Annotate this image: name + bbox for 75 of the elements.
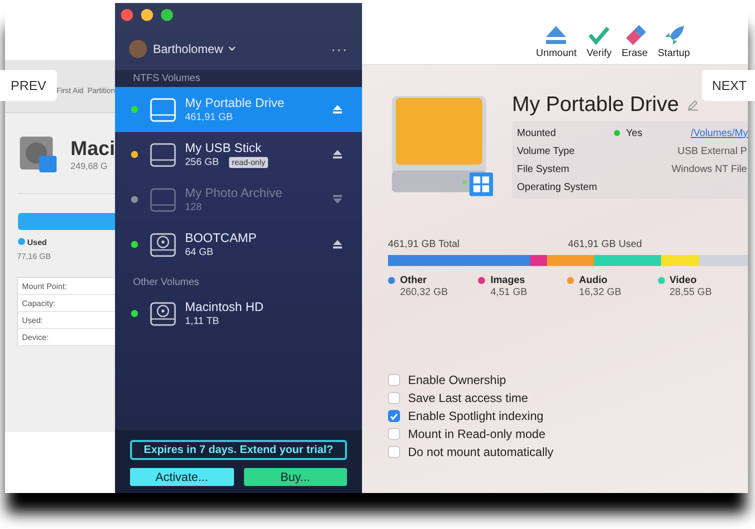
volume-size: 1,11 TB [185,316,220,327]
checkbox[interactable] [388,410,400,422]
checkbox[interactable] [388,446,400,458]
info-label: Mounted [517,128,557,138]
external-drive-icon [149,96,177,122]
checkbox[interactable] [388,374,400,386]
close-button[interactable] [121,9,133,21]
buy-button[interactable]: Buy... [244,468,347,486]
checkbox[interactable] [388,428,400,440]
hard-disk-icon [18,134,59,174]
legend-value: 28,55 GB [670,287,712,298]
volume-name: My Portable Drive [185,96,284,110]
read-only-badge: read-only [228,157,268,168]
legend-label: Video [670,275,698,286]
disk-title: Maci [70,138,115,160]
option-label[interactable]: Do not mount automatically [408,445,554,459]
pencil-icon[interactable] [686,99,699,111]
legend-label: Used [27,238,47,247]
eject-icon[interactable] [333,150,342,159]
legend-value: 77,16 GB [16,252,52,261]
section-header: Other Volumes [132,276,200,290]
info-label: File System [517,164,570,174]
eject-icon[interactable] [333,240,342,249]
info-label: Operating System [517,182,598,192]
volume-size: 461,91 GB [185,112,233,123]
mount-path-link[interactable]: /Volumes/My [690,128,748,138]
rocket-icon [662,25,685,45]
eject-icon [545,25,568,45]
trial-banner[interactable]: Expires in 7 days. Extend your trial? [130,440,347,460]
option-label[interactable]: Enable Spotlight indexing [408,409,544,423]
toolbar-button[interactable]: Unmount [536,25,577,64]
info-value: USB External P [678,146,748,156]
section-header: NTFS Volumes [115,70,362,87]
checkbox[interactable] [388,392,400,404]
option-label[interactable]: Mount in Read-only mode [408,427,546,441]
drive-title: My Portable Drive [512,93,679,117]
used-label: 461,91 GB Used [568,239,643,250]
total-label: 461,91 GB Total [388,239,461,250]
eraser-icon [624,25,646,45]
option-label[interactable]: Enable Ownership [408,373,506,387]
volume-size: 256 GB [185,157,219,168]
legend-value: 16,32 GB [579,287,622,298]
external-drive-icon [149,142,177,168]
avatar-icon[interactable] [129,40,147,58]
chevron-down-icon[interactable] [228,46,236,52]
volume-size: 128 [185,202,202,213]
volume-item[interactable]: BOOTCAMP 64 GB [115,222,362,267]
option-label[interactable]: Save Last access time [408,391,528,405]
legend-label: Other [400,275,428,286]
zoom-button[interactable] [161,9,173,21]
info-value: Yes [626,128,642,138]
toolbar-button[interactable]: Erase [622,25,648,64]
checkmark-icon [390,412,398,420]
volume-name: Macintosh HD [185,300,264,314]
volume-name: BOOTCAMP [185,231,257,245]
volume-name: My USB Stick [185,141,262,155]
legend-value: 260,32 GB [400,287,448,298]
volume-name: My Photo Archive [185,186,282,200]
legend-label: Images [490,275,526,286]
more-button[interactable]: ··· [331,41,348,57]
volume-item[interactable]: Macintosh HD 1,11 TB [115,291,362,336]
legend-label: Audio [579,275,608,286]
minimize-button[interactable] [141,9,153,21]
info-value: Windows NT File [672,164,748,174]
info-label: Volume Type [517,146,576,156]
legend-value: 4,51 GB [490,287,528,298]
user-name[interactable]: Bartholomew [153,42,224,56]
activate-button[interactable]: Activate... [130,468,234,486]
disk-size: 249,68 G [70,160,109,170]
toolbar-button[interactable]: Verify [586,25,612,64]
checkmark-icon [588,25,610,45]
volume-item[interactable]: My USB Stick 256 GB read-only [115,132,362,177]
volume-size: 64 GB [185,247,214,258]
toolbar-button[interactable]: Startup [658,25,690,64]
external-drive-icon [149,186,177,212]
